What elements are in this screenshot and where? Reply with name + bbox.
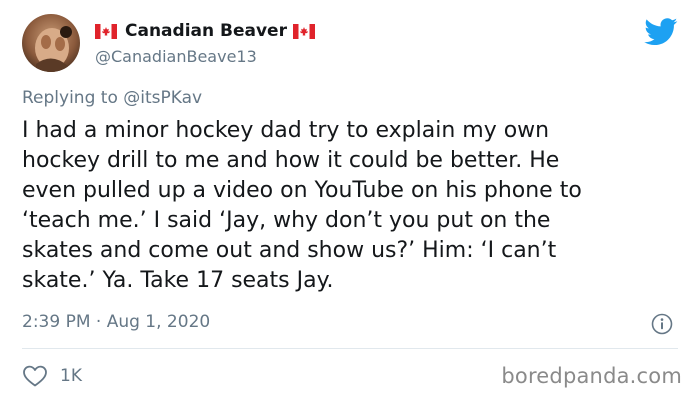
replying-to: Replying to @itsPKav [22,88,202,108]
info-icon[interactable] [651,313,673,335]
replying-to-mention[interactable]: @itsPKav [123,88,202,108]
source-watermark: boredpanda.com [501,364,682,388]
author-handle[interactable]: @CanadianBeave13 [95,47,257,66]
author-name[interactable]: Canadian Beaver [95,19,315,43]
like-button[interactable]: 1K [22,362,82,390]
divider [22,348,678,349]
like-count: 1K [60,366,82,386]
canada-flag-icon [292,23,315,39]
replying-to-prefix: Replying to [22,88,124,108]
tweet-timestamp[interactable]: 2:39 PM · Aug 1, 2020 [22,312,210,332]
avatar[interactable] [22,14,80,72]
tweet-text: I had a minor hockey dad try to explain … [22,118,582,293]
canada-flag-icon [95,23,117,39]
avatar-image [22,14,80,72]
heart-icon [23,365,47,387]
author-display-name: Canadian Beaver [125,21,287,41]
twitter-bird-icon[interactable] [644,18,678,46]
